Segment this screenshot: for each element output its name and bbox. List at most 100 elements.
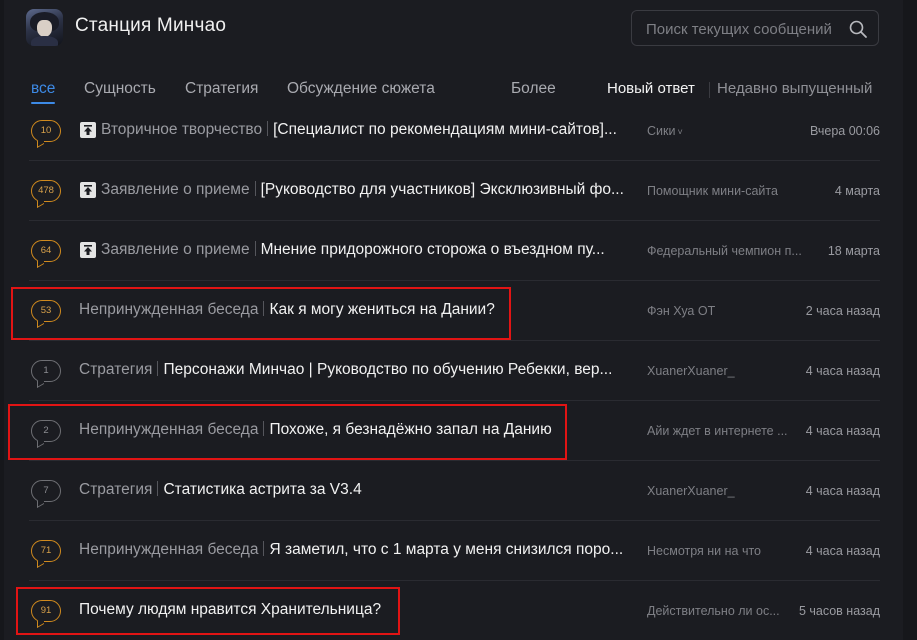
post-row[interactable]: 2 Непринужденная беседа Похоже, я безнадёж… [29, 401, 880, 461]
post-row[interactable]: 7 Стратегия Статистика астрита за V3.4 Xuan… [29, 461, 880, 521]
post-time: 18 марта [827, 244, 880, 258]
category-divider [254, 241, 256, 256]
post-time: 5 часов назад [798, 604, 880, 618]
speech-bubble-tail [37, 316, 44, 329]
post-author[interactable]: Айи ждет в интернете ... [647, 424, 812, 438]
speech-bubble-tail [37, 136, 44, 149]
tab-plot-discussion[interactable]: Обсуждение сюжета [287, 80, 435, 98]
post-line: Заявление о приеме [Руководство для участ… [101, 181, 639, 199]
author-name[interactable]: XuanerXuaner_ [647, 484, 735, 498]
reply-count: 64 [40, 245, 52, 256]
tab-strategy[interactable]: Стратегия [185, 80, 258, 98]
reply-count-badge: 1 [31, 360, 61, 389]
chevron-down-icon: ˅ [677, 127, 683, 137]
post-author[interactable]: Помощник мини-сайта [647, 184, 812, 198]
search-icon[interactable] [848, 19, 868, 39]
post-row[interactable]: 64 Заявление о приеме Мнение придорожного … [29, 221, 880, 281]
post-author[interactable]: Фэн Хуа ОТ [647, 304, 812, 318]
sort-recently-released[interactable]: Недавно выпущенный [717, 80, 872, 97]
post-row[interactable]: 91 Почему людям нравится Хранительница? Де… [29, 581, 880, 640]
category-divider [157, 481, 159, 496]
post-row[interactable]: 478 Заявление о приеме [Руководство для уч… [29, 161, 880, 221]
post-line: Вторичное творчество [Специалист по реком… [101, 121, 639, 139]
search-input[interactable] [646, 19, 836, 39]
post-author[interactable]: Сики ˅ [647, 124, 812, 138]
post-time: Вчера 00:06 [809, 124, 880, 138]
pinned-icon [80, 242, 96, 258]
reply-count: 7 [43, 485, 49, 496]
speech-bubble-tail [37, 196, 44, 209]
tab-all[interactable]: все [31, 80, 55, 98]
post-row[interactable]: 1 Стратегия Персонажи Минчао | Руководство… [29, 341, 880, 401]
author-name[interactable]: Помощник мини-сайта [647, 184, 778, 198]
post-category[interactable]: Непринужденная беседа [79, 541, 258, 558]
reply-count-badge: 53 [31, 300, 61, 329]
post-title[interactable]: [Специалист по рекомендациям мини-сайтов… [273, 121, 617, 138]
speech-bubble-tail [37, 436, 44, 449]
author-name[interactable]: Несмотря ни на что [647, 544, 761, 558]
app-avatar[interactable] [26, 9, 63, 46]
post-line: Непринужденная беседа Я заметил, что с 1 … [79, 541, 639, 559]
post-category[interactable]: Заявление о приеме [101, 241, 250, 258]
sort-divider [709, 82, 710, 98]
post-category[interactable]: Стратегия [79, 361, 152, 378]
reply-count: 478 [38, 185, 54, 196]
category-divider [263, 301, 265, 316]
post-category[interactable]: Непринужденная беседа [79, 421, 258, 438]
post-title[interactable]: Статистика астрита за V3.4 [163, 481, 361, 498]
reply-count-badge: 91 [31, 600, 61, 629]
post-row[interactable]: 53 Непринужденная беседа Как я могу женить… [29, 281, 880, 341]
post-line: Стратегия Персонажи Минчао | Руководство … [79, 361, 639, 379]
post-author[interactable]: XuanerXuaner_ [647, 364, 812, 378]
post-title[interactable]: Как я могу жениться на Дании? [269, 301, 494, 318]
tab-essence[interactable]: Сущность [84, 80, 156, 98]
post-category[interactable]: Непринужденная беседа [79, 301, 258, 318]
post-author[interactable]: Действительно ли ос... [647, 604, 812, 618]
post-title[interactable]: Похоже, я безнадёжно запал на Данию [269, 421, 551, 438]
pinned-icon [80, 122, 96, 138]
reply-count-badge: 2 [31, 420, 61, 449]
tab-more[interactable]: Более [511, 80, 556, 98]
app-title: Станция Минчао [75, 15, 227, 36]
author-name[interactable]: Федеральный чемпион п... [647, 244, 802, 258]
reply-count-badge: 478 [31, 180, 61, 209]
reply-count: 71 [40, 545, 52, 556]
speech-bubble-tail [37, 376, 44, 389]
post-title[interactable]: [Руководство для участников] Эксклюзивны… [261, 181, 624, 198]
post-category[interactable]: Вторичное творчество [101, 121, 262, 138]
post-title[interactable]: Почему людям нравится Хранительница? [79, 601, 381, 618]
reply-count: 1 [43, 365, 49, 376]
post-category[interactable]: Стратегия [79, 481, 152, 498]
post-time: 4 часа назад [805, 364, 880, 378]
category-divider [254, 181, 256, 196]
reply-count: 2 [43, 425, 49, 436]
speech-bubble-tail [37, 616, 44, 629]
category-divider [263, 421, 265, 436]
post-row[interactable]: 10 Вторичное творчество [Специалист по рек… [29, 101, 880, 161]
post-title[interactable]: Персонажи Минчао | Руководство по обучен… [163, 361, 612, 378]
author-name[interactable]: Действительно ли ос... [647, 604, 780, 618]
post-line: Почему людям нравится Хранительница? [79, 601, 639, 619]
search-box[interactable] [631, 10, 879, 46]
post-title[interactable]: Я заметил, что с 1 марта у меня снизился… [269, 541, 623, 558]
post-category[interactable]: Заявление о приеме [101, 181, 250, 198]
reply-count: 10 [40, 125, 52, 136]
speech-bubble-tail [37, 256, 44, 269]
post-title[interactable]: Мнение придорожного сторожа о въездном п… [261, 241, 605, 258]
post-line: Непринужденная беседа Как я могу жениться… [79, 301, 639, 319]
post-row[interactable]: 71 Непринужденная беседа Я заметил, что с … [29, 521, 880, 581]
post-line: Стратегия Статистика астрита за V3.4 [79, 481, 639, 499]
post-time: 4 часа назад [805, 484, 880, 498]
post-line: Непринужденная беседа Похоже, я безнадёжн… [79, 421, 639, 439]
author-name[interactable]: XuanerXuaner_ [647, 364, 735, 378]
sort-new-reply[interactable]: Новый ответ [607, 80, 695, 97]
header: Станция Минчао [0, 0, 917, 60]
post-author[interactable]: Несмотря ни на что [647, 544, 812, 558]
author-name[interactable]: Сики [647, 124, 675, 138]
post-time: 2 часа назад [805, 304, 880, 318]
author-name[interactable]: Фэн Хуа ОТ [647, 304, 715, 318]
post-time: 4 часа назад [805, 544, 880, 558]
post-author[interactable]: XuanerXuaner_ [647, 484, 812, 498]
post-author[interactable]: Федеральный чемпион п... [647, 244, 812, 258]
author-name[interactable]: Айи ждет в интернете ... [647, 424, 788, 438]
